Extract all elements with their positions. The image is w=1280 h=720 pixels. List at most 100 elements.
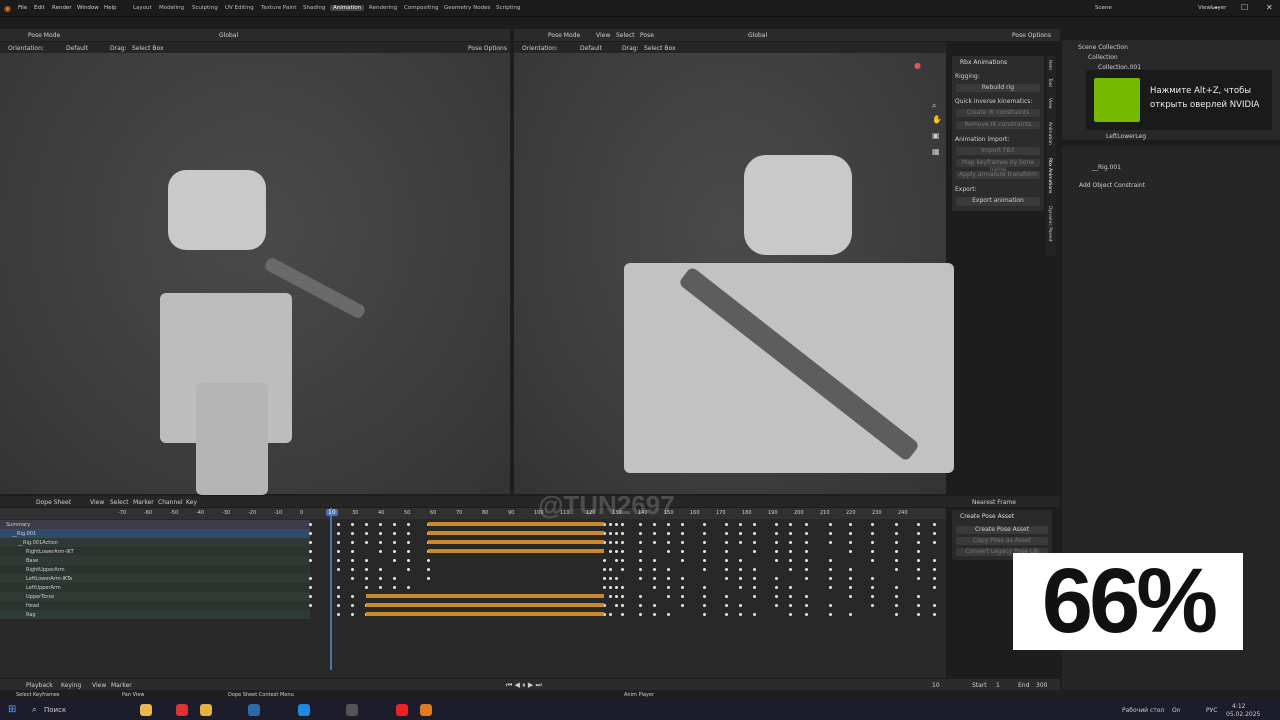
keyframe[interactable] [609,577,612,580]
pan-hand-icon[interactable]: ✋ [932,115,942,124]
keyframe[interactable] [681,523,684,526]
keyframe[interactable] [407,568,410,571]
playback-controls[interactable]: ⏮ ◀ ⏸ ▶ ⏭ [506,681,542,690]
keyframe[interactable] [667,523,670,526]
keyframe[interactable] [895,532,898,535]
snap-selector[interactable]: Nearest Frame [972,499,1016,506]
keyframe[interactable] [739,586,742,589]
keyframe[interactable] [667,595,670,598]
keyframe[interactable] [933,532,936,535]
youtube-icon[interactable] [396,704,408,716]
keyframe[interactable] [393,550,396,553]
keyframe[interactable] [667,586,670,589]
keyframe[interactable] [739,577,742,580]
remove-ik-button[interactable]: Remove IK constraints [956,121,1040,129]
keyframe[interactable] [609,532,612,535]
keyframe[interactable] [365,532,368,535]
keyframe[interactable] [753,532,756,535]
keyframe[interactable] [775,595,778,598]
keyframe[interactable] [615,532,618,535]
keyframe[interactable] [933,604,936,607]
keyframe[interactable] [933,613,936,616]
keyframe[interactable] [829,559,832,562]
keyframe[interactable] [805,532,808,535]
keyframe-area[interactable] [309,520,946,620]
keyframe[interactable] [895,550,898,553]
keyframe[interactable] [829,532,832,535]
keyframe[interactable] [725,550,728,553]
keyframe[interactable] [805,613,808,616]
keyframe[interactable] [775,577,778,580]
keyframe[interactable] [775,550,778,553]
keyframe[interactable] [653,586,656,589]
file-explorer-icon[interactable] [200,704,212,716]
keyframe[interactable] [621,532,624,535]
keyframe[interactable] [621,595,624,598]
keyframe[interactable] [789,568,792,571]
left-drag-select[interactable]: Select Box [132,45,164,52]
keyframe[interactable] [703,586,706,589]
sidebar-tab-view[interactable]: View [1047,98,1052,109]
widgets-icon[interactable] [140,704,152,716]
keyframe[interactable] [775,586,778,589]
maximize-icon[interactable]: ☐ [1241,3,1248,12]
view-layer-selector[interactable]: ViewLayer [1198,5,1226,11]
keyframe[interactable] [427,577,430,580]
keyframe[interactable] [407,523,410,526]
editor-type-dopesheet[interactable]: Dope Sheet [36,499,71,506]
sidebar-tab-tool[interactable]: Tool [1047,78,1052,87]
navigation-gizmo[interactable]: ● [914,61,921,70]
keyframe[interactable] [337,523,340,526]
keyframe[interactable] [603,577,606,580]
keyframe[interactable] [703,541,706,544]
import-fbx-button[interactable]: Import FBX [956,147,1040,155]
keyframe[interactable] [639,550,642,553]
keyframe[interactable] [379,577,382,580]
keyframe[interactable] [351,541,354,544]
keyframe[interactable] [639,532,642,535]
keyframe[interactable] [917,613,920,616]
dopesheet-area[interactable]: -70-60-50-40-30-20-100103040506070809010… [0,508,946,678]
keyframe[interactable] [653,532,656,535]
add-object-constraint[interactable]: Add Object Constraint [1079,182,1145,189]
zoom-icon[interactable]: ⌕ [932,101,936,111]
keyframe[interactable] [615,604,618,607]
keyframe[interactable] [615,523,618,526]
create-ik-button[interactable]: Create IK constraints [956,109,1040,117]
channel-row[interactable]: Summary [0,520,310,529]
keyframe[interactable] [753,541,756,544]
keyframe[interactable] [621,613,624,616]
keyframe[interactable] [775,532,778,535]
create-pose-asset-button[interactable]: Create Pose Asset [956,526,1048,534]
keyframe[interactable] [337,568,340,571]
keyframe[interactable] [703,568,706,571]
grid-icon[interactable]: ▦ [932,147,940,156]
dope-menu-key[interactable]: Key [186,499,197,506]
tab-geometry-nodes[interactable]: Geometry Nodes [441,5,493,11]
settings-gear-icon[interactable] [346,704,358,716]
end-frame[interactable]: 300 [1036,682,1047,689]
keyframe[interactable] [351,568,354,571]
keyframe[interactable] [805,523,808,526]
keyframe[interactable] [393,523,396,526]
keyframe[interactable] [725,568,728,571]
keyframe[interactable] [895,604,898,607]
keyframe[interactable] [309,577,312,580]
outliner-item-leftlowerleg[interactable]: LeftLowerLeg [1106,133,1146,140]
keyframe[interactable] [337,604,340,607]
keyframe[interactable] [703,559,706,562]
keyframe[interactable] [753,568,756,571]
keyframe[interactable] [337,586,340,589]
keyframe[interactable] [775,541,778,544]
keyframe[interactable] [849,541,852,544]
close-icon[interactable]: ✕ [1266,3,1273,12]
keyframe[interactable] [427,568,430,571]
keyframe[interactable] [365,523,368,526]
keyframe[interactable] [753,586,756,589]
keyframe[interactable] [789,523,792,526]
channel-row[interactable]: RightUpperArm [0,565,310,574]
right-transform-selector[interactable]: Global [748,32,767,39]
keyframe[interactable] [309,550,312,553]
keyframe[interactable] [615,550,618,553]
keyframe[interactable] [917,559,920,562]
